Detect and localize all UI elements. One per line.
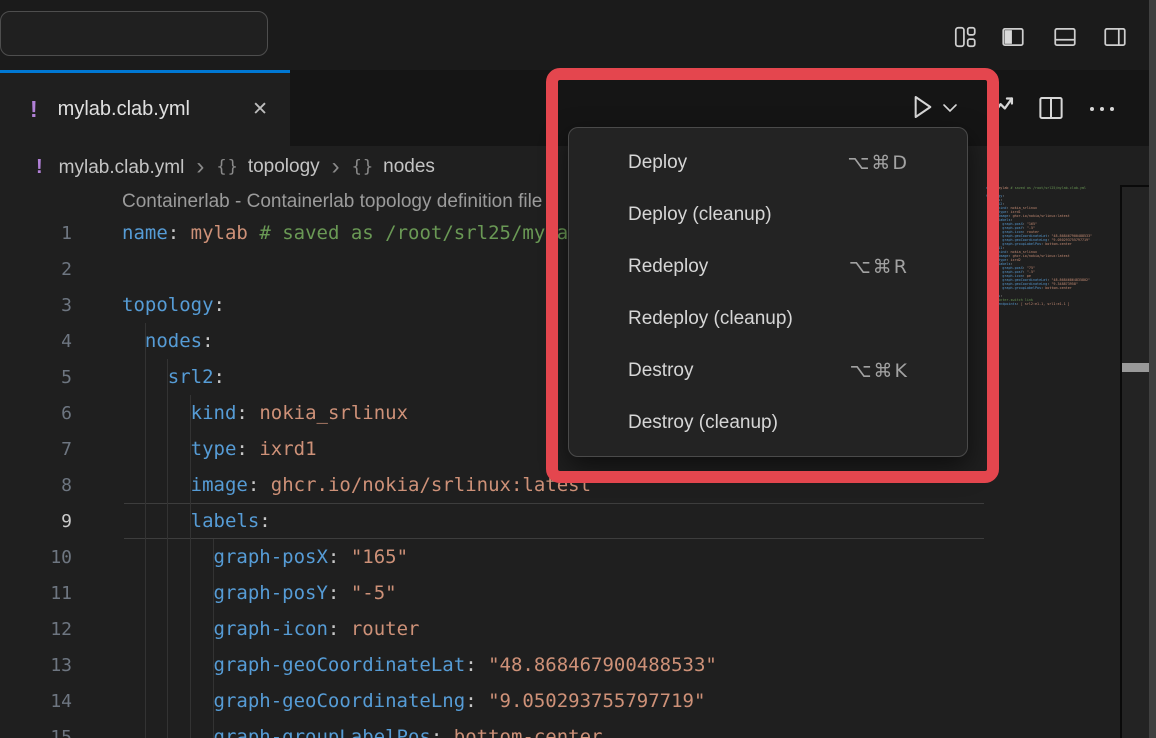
breadcrumb-label: topology <box>248 156 320 177</box>
menu-item-destroy[interactable]: Destroy ⌥⌘K <box>569 345 967 397</box>
code-text: topology: <box>86 294 225 316</box>
line-number: 8 <box>0 475 86 496</box>
menu-item-shortcut: ⌥⌘R <box>849 256 909 278</box>
customize-layout-icon[interactable] <box>952 24 978 50</box>
line-number: 7 <box>0 439 86 460</box>
menu-item-label: Destroy (cleanup) <box>628 412 778 434</box>
line-number: 4 <box>0 331 86 352</box>
code-text: graph-geoCoordinateLng: "9.0502937557977… <box>86 690 705 712</box>
symbol-object-icon: {} <box>216 157 238 177</box>
code-line-15[interactable]: 15 graph-groupLabelPos: bottom-center <box>0 719 985 738</box>
schema-hint-text: Containerlab - Containerlab topology def… <box>122 191 558 213</box>
menu-item-label: Deploy <box>628 152 687 174</box>
code-text: graph-groupLabelPos: bottom-center <box>86 726 602 738</box>
graph-icon[interactable] <box>984 90 1020 124</box>
toggle-secondary-sidebar-icon[interactable] <box>1102 24 1128 50</box>
code-text: graph-posY: "-5" <box>86 582 397 604</box>
code-text: srl2: <box>86 366 225 388</box>
code-line-8[interactable]: 8 image: ghcr.io/nokia/srlinux:latest <box>0 467 985 503</box>
tab-label: mylab.clab.yml <box>58 98 248 121</box>
line-number: 1 <box>0 223 86 244</box>
menu-item-destroy-cleanup[interactable]: Destroy (cleanup) <box>569 397 967 449</box>
menu-item-shortcut: ⌥⌘D <box>847 152 909 174</box>
deploy-dropdown-menu: Deploy⌥⌘DDeploy (cleanup)Redeploy⌥⌘RRede… <box>568 127 968 457</box>
breadcrumb-separator-icon: › <box>332 155 340 179</box>
breadcrumb: ! mylab.clab.yml › {} topology › {} nodes <box>36 150 435 184</box>
code-text: graph-geoCoordinateLat: "48.868467900488… <box>86 654 717 676</box>
minimap-line: - endpoints: [ srl2:e1-1, srl1:e1-1 ] <box>986 302 1118 306</box>
code-line-13[interactable]: 13 graph-geoCoordinateLat: "48.868467900… <box>0 647 985 683</box>
line-number: 3 <box>0 295 86 316</box>
breadcrumb-label: mylab.clab.yml <box>59 157 185 178</box>
code-text: nodes: <box>86 330 214 352</box>
toggle-panel-icon[interactable] <box>1052 24 1078 50</box>
minimap[interactable]: name: mylab # saved as /root/srl25/mylab… <box>986 186 1118 306</box>
scrollbar-track <box>1120 185 1149 738</box>
menu-item-redeploy-cleanup[interactable]: Redeploy (cleanup) <box>569 293 967 345</box>
toggle-primary-sidebar-icon[interactable] <box>1000 24 1026 50</box>
line-number: 10 <box>0 547 86 568</box>
menu-item-deploy-cleanup[interactable]: Deploy (cleanup) <box>569 189 967 241</box>
line-number: 11 <box>0 583 86 604</box>
run-dropdown-chevron-icon[interactable] <box>940 101 960 115</box>
vscode-window: ! mylab.clab.yml ✕ !mylab.c <box>0 0 1156 738</box>
code-line-12[interactable]: 12 graph-icon: router <box>0 611 985 647</box>
line-number: 2 <box>0 259 86 280</box>
more-actions-icon[interactable] <box>1085 98 1119 120</box>
code-text: kind: nokia_srlinux <box>86 402 408 424</box>
line-number: 12 <box>0 619 86 640</box>
menu-item-label: Deploy (cleanup) <box>628 204 772 226</box>
window-edge <box>1149 0 1156 738</box>
command-center-search[interactable] <box>0 11 268 56</box>
code-text: image: ghcr.io/nokia/srlinux:latest <box>86 474 591 496</box>
warning-badge: ! <box>30 96 38 123</box>
menu-item-label: Redeploy (cleanup) <box>628 308 793 330</box>
line-number: 6 <box>0 403 86 424</box>
menu-item-label: Destroy <box>628 360 693 382</box>
tab-mylab-clab-yml[interactable]: ! mylab.clab.yml ✕ <box>0 70 290 146</box>
breadcrumb-label: nodes <box>383 156 435 177</box>
run-button[interactable] <box>905 91 937 123</box>
menu-item-label: Redeploy <box>628 256 708 278</box>
code-line-9[interactable]: 9 labels: <box>0 503 985 539</box>
code-text: labels: <box>86 510 271 532</box>
code-text: type: ixrd1 <box>86 438 317 460</box>
close-icon[interactable]: ✕ <box>248 96 272 123</box>
breadcrumb-item-nodes[interactable]: {} nodes <box>352 156 435 178</box>
line-number: 5 <box>0 367 86 388</box>
breadcrumb-separator-icon: › <box>196 155 204 179</box>
code-text: graph-posX: "165" <box>86 546 408 568</box>
breadcrumb-item-topology[interactable]: {} topology <box>216 156 319 178</box>
line-number: 14 <box>0 691 86 712</box>
code-line-10[interactable]: 10 graph-posX: "165" <box>0 539 985 575</box>
code-line-11[interactable]: 11 graph-posY: "-5" <box>0 575 985 611</box>
warning-badge: ! <box>36 156 43 178</box>
menu-item-shortcut: ⌥⌘K <box>850 360 909 382</box>
code-text: graph-icon: router <box>86 618 419 640</box>
symbol-object-icon: {} <box>352 157 374 177</box>
menu-item-deploy[interactable]: Deploy ⌥⌘D <box>569 137 967 189</box>
split-editor-icon[interactable] <box>1036 93 1066 123</box>
line-number: 9 <box>0 511 86 532</box>
breadcrumb-item-mylab-clab-yml[interactable]: ! mylab.clab.yml <box>36 156 184 179</box>
line-number: 13 <box>0 655 86 676</box>
play-icon <box>916 97 931 117</box>
scrollbar-thumb[interactable] <box>1122 363 1149 372</box>
title-bar <box>0 0 1156 70</box>
line-number: 15 <box>0 727 86 738</box>
menu-item-redeploy[interactable]: Redeploy ⌥⌘R <box>569 241 967 293</box>
code-line-14[interactable]: 14 graph-geoCoordinateLng: "9.0502937557… <box>0 683 985 719</box>
